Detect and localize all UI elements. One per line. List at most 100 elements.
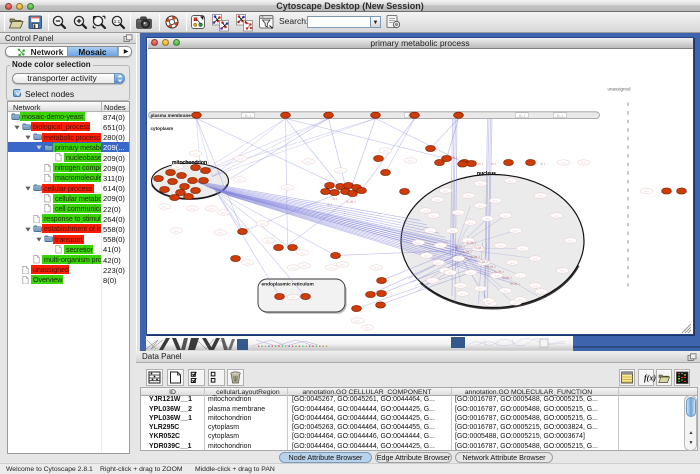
svg-text:(x..): (x..) bbox=[520, 248, 524, 250]
svg-text:(x..)(x..): (x..)(x..) bbox=[510, 281, 519, 285]
svg-text:(x..): (x..) bbox=[237, 179, 241, 181]
svg-text:(x..): (x..) bbox=[538, 195, 542, 197]
svg-text:(x..): (x..) bbox=[175, 166, 179, 168]
svg-text:(x..)(x..): (x..)(x..) bbox=[486, 264, 495, 268]
svg-text:(x..)(x..): (x..)(x..) bbox=[502, 275, 511, 279]
svg-text:(x..): (x..) bbox=[533, 285, 537, 287]
svg-text:(x..)(x..): (x..)(x..) bbox=[466, 240, 475, 244]
svg-text:(x..): (x..) bbox=[540, 161, 545, 165]
svg-text:(x..)(x..): (x..)(x..) bbox=[346, 199, 355, 203]
svg-text:(x..): (x..) bbox=[221, 212, 225, 214]
svg-text:mitochondrion: mitochondrion bbox=[172, 160, 207, 166]
svg-text:(x..): (x..) bbox=[508, 180, 512, 182]
svg-text:(x..): (x..) bbox=[430, 280, 434, 282]
svg-text:(x..): (x..) bbox=[190, 208, 194, 210]
svg-text:(x..): (x..) bbox=[338, 170, 342, 172]
svg-text:1:1: 1:1 bbox=[114, 19, 121, 24]
svg-text:(x..): (x..) bbox=[332, 196, 337, 200]
svg-text:(x..): (x..) bbox=[561, 162, 565, 164]
svg-text:(x..): (x..) bbox=[408, 160, 412, 162]
svg-text:(x..): (x..) bbox=[306, 161, 310, 163]
svg-text:(x..): (x..) bbox=[513, 230, 517, 232]
svg-text:(x..): (x..) bbox=[498, 245, 502, 247]
svg-text:(x..): (x..) bbox=[478, 183, 482, 185]
svg-text:(x..): (x..) bbox=[448, 272, 452, 274]
svg-text:(x..): (x..) bbox=[458, 285, 462, 287]
svg-text:(x..): (x..) bbox=[431, 215, 435, 217]
svg-text:(x..): (x..) bbox=[436, 262, 440, 264]
svg-text:(x..): (x..) bbox=[554, 215, 558, 217]
svg-text:(x..): (x..) bbox=[435, 199, 439, 201]
svg-text:(x..): (x..) bbox=[450, 230, 454, 232]
svg-text:(x..): (x..) bbox=[428, 230, 432, 232]
svg-text:(x..): (x..) bbox=[266, 240, 270, 242]
svg-text:(x..): (x..) bbox=[291, 297, 295, 299]
svg-text:(x..): (x..) bbox=[291, 267, 295, 269]
svg-text:(x..): (x..) bbox=[468, 272, 472, 274]
svg-text:f(x): f(x) bbox=[644, 374, 656, 383]
svg-text:(x...): (x...) bbox=[519, 113, 525, 117]
svg-text:(x..): (x..) bbox=[374, 267, 378, 269]
svg-text:(x..): (x..) bbox=[300, 252, 304, 254]
svg-text:(x..): (x..) bbox=[285, 187, 289, 189]
svg-text:(x..): (x..) bbox=[162, 206, 166, 208]
svg-text:(x..): (x..) bbox=[644, 191, 648, 193]
svg-text:(x..): (x..) bbox=[510, 262, 514, 264]
svg-text:(x..): (x..) bbox=[443, 190, 447, 192]
svg-text:(x..): (x..) bbox=[493, 200, 497, 202]
svg-text:(x..)(x..): (x..)(x..) bbox=[470, 254, 479, 258]
svg-text:(x..): (x..) bbox=[478, 205, 482, 207]
svg-text:(x..): (x..) bbox=[193, 153, 197, 155]
svg-text:(x..): (x..) bbox=[260, 223, 264, 225]
svg-text:(x..): (x..) bbox=[488, 303, 492, 305]
svg-text:(x..): (x..) bbox=[485, 218, 489, 220]
svg-text:(x..)(x..): (x..)(x..) bbox=[455, 244, 464, 248]
svg-text:(x..)(x..): (x..)(x..) bbox=[474, 245, 483, 249]
svg-text:(x..): (x..) bbox=[581, 162, 585, 164]
svg-text:(x..): (x..) bbox=[494, 275, 498, 277]
svg-text:(x..): (x..) bbox=[478, 161, 483, 165]
svg-text:(x..)(x..): (x..)(x..) bbox=[462, 249, 471, 253]
svg-text:(x..): (x..) bbox=[468, 222, 472, 224]
svg-text:(x..)(x..): (x..)(x..) bbox=[494, 269, 503, 273]
svg-text:(x..): (x..) bbox=[456, 212, 460, 214]
svg-text:(x..): (x..) bbox=[452, 155, 457, 159]
svg-text:(x..): (x..) bbox=[352, 193, 357, 197]
svg-text:endoplasmic reticulum: endoplasmic reticulum bbox=[261, 281, 313, 287]
svg-text:(x..): (x..) bbox=[245, 262, 249, 264]
svg-text:(x..): (x..) bbox=[438, 245, 442, 247]
svg-text:(x..): (x..) bbox=[503, 215, 507, 217]
svg-text:(x..): (x..) bbox=[460, 293, 464, 295]
svg-text:cytoplasm: cytoplasm bbox=[150, 126, 173, 131]
svg-text:(x..): (x..) bbox=[424, 255, 428, 257]
svg-text:(x..): (x..) bbox=[466, 195, 470, 197]
svg-text:plasma membrane: plasma membrane bbox=[150, 113, 191, 118]
svg-text:(x..): (x..) bbox=[503, 290, 507, 292]
svg-text:(x..): (x..) bbox=[327, 202, 332, 206]
svg-text:(x..): (x..) bbox=[340, 264, 344, 266]
svg-text:(x..): (x..) bbox=[491, 161, 496, 165]
svg-text:(x..): (x..) bbox=[568, 240, 572, 242]
svg-text:(x..): (x..) bbox=[533, 258, 537, 260]
svg-text:(x..): (x..) bbox=[416, 242, 420, 244]
svg-text:(x..): (x..) bbox=[513, 302, 517, 304]
svg-text:(x..): (x..) bbox=[383, 150, 387, 152]
svg-text:(x..): (x..) bbox=[539, 291, 543, 293]
svg-text:unassigned: unassigned bbox=[607, 86, 631, 91]
svg-text:(x..)(x..): (x..)(x..) bbox=[478, 259, 487, 263]
svg-text:(x..): (x..) bbox=[456, 258, 460, 260]
svg-text:(x..): (x..) bbox=[518, 275, 522, 277]
svg-text:(x..): (x..) bbox=[174, 230, 178, 232]
svg-text:(x..): (x..) bbox=[329, 267, 333, 269]
svg-text:(x..): (x..) bbox=[355, 320, 359, 322]
svg-text:(x..): (x..) bbox=[518, 299, 522, 301]
svg-text:(x...): (x...) bbox=[245, 113, 251, 117]
svg-text:(x..): (x..) bbox=[238, 158, 242, 160]
svg-text:(x..): (x..) bbox=[365, 327, 369, 329]
svg-text:(x..): (x..) bbox=[302, 265, 306, 267]
svg-text:(x..): (x..) bbox=[218, 232, 222, 234]
svg-text:(x..): (x..) bbox=[209, 208, 213, 210]
svg-text:(x..): (x..) bbox=[478, 288, 482, 290]
svg-text:nucleus: nucleus bbox=[477, 171, 496, 177]
svg-text:(x..): (x..) bbox=[560, 270, 564, 272]
